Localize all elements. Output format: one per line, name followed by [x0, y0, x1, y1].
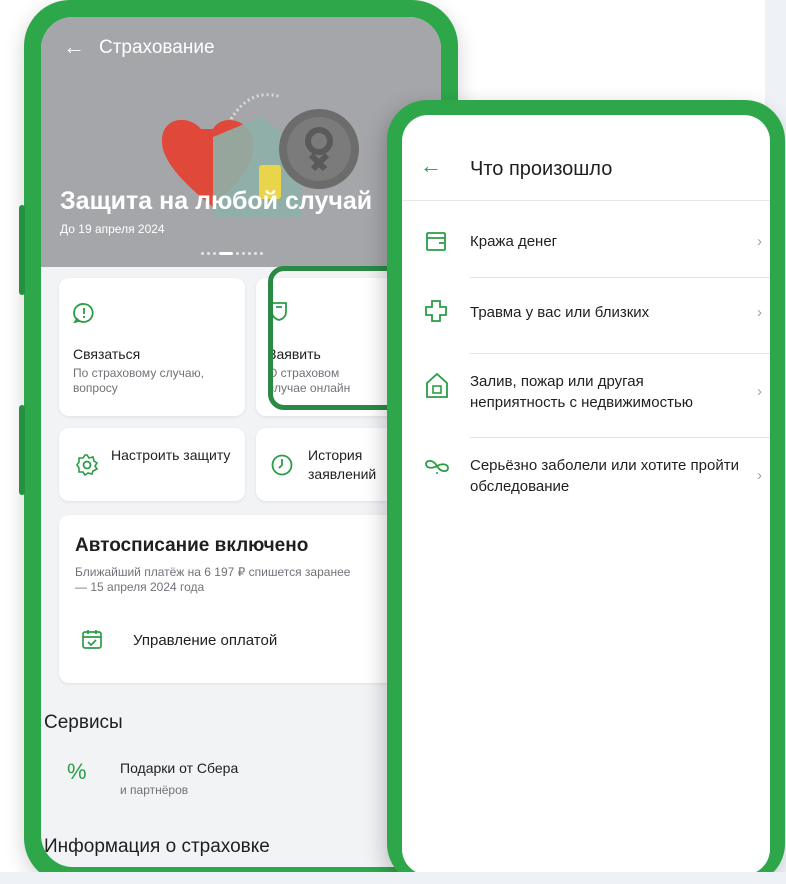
- item-label: Залив, пожар или другая неприятность с н…: [470, 373, 694, 411]
- bottom-bar: [0, 872, 786, 884]
- gear-icon: [76, 454, 99, 477]
- services-title: Сервисы: [44, 712, 123, 733]
- gifts-sub: и партнёров: [120, 783, 189, 797]
- divider: [470, 353, 770, 354]
- wallet-icon: [426, 232, 446, 251]
- chevron-right-icon: ›: [757, 304, 762, 321]
- divider: [402, 200, 770, 201]
- hero-banner: ← Страхование Защита на любой случай До …: [41, 17, 441, 267]
- chevron-right-icon: ›: [757, 383, 762, 400]
- item-label: Серьёзно заболели или хотите пройти обсл…: [470, 457, 739, 495]
- divider: [470, 277, 770, 278]
- phone-frame-right: ← Что произошло Кража денег › Травма у в…: [387, 100, 785, 884]
- autopay-card: Автосписание включено Ближайший платёж н…: [59, 515, 441, 683]
- clock-icon: [271, 454, 293, 476]
- volume-button: [19, 405, 25, 495]
- list-item-property[interactable]: Залив, пожар или другая неприятность с н…: [402, 355, 770, 438]
- list-item-theft[interactable]: Кража денег ›: [402, 215, 770, 278]
- insurance-screen: ← Страхование Защита на любой случай До …: [41, 17, 441, 867]
- page-title: Что произошло: [470, 158, 613, 180]
- contact-card[interactable]: Связаться По страховому случаю, вопросу: [59, 278, 245, 416]
- chevron-right-icon: ›: [757, 467, 762, 484]
- what-happened-screen: ← Что произошло Кража денег › Травма у в…: [402, 115, 770, 875]
- divider: [470, 437, 770, 438]
- page-title: Страхование: [99, 37, 215, 58]
- chevron-right-icon: ›: [757, 233, 762, 250]
- back-arrow-icon[interactable]: ←: [63, 35, 85, 59]
- manage-payment-link[interactable]: Управление оплатой: [133, 632, 277, 649]
- percent-icon: %: [67, 759, 87, 784]
- autopay-title: Автосписание включено: [75, 535, 309, 556]
- settings-card[interactable]: Настроить защиту: [59, 428, 245, 501]
- contact-label: Связаться: [73, 346, 141, 362]
- list-item-injury[interactable]: Травма у вас или близких ›: [402, 279, 770, 354]
- infinity-heart-icon: [425, 459, 449, 474]
- list-item-illness[interactable]: Серьёзно заболели или хотите пройти обсл…: [402, 441, 770, 511]
- insurance-info-title: Информация о страховке: [44, 836, 270, 857]
- item-label: Кража денег: [470, 233, 558, 250]
- house-icon: [426, 372, 448, 398]
- chat-alert-icon: [73, 303, 94, 324]
- back-arrow-icon[interactable]: ←: [420, 153, 442, 179]
- autopay-sub: Ближайший платёж на 6 197 ₽ спишется зар…: [75, 565, 351, 594]
- gifts-label: Подарки от Сбера: [120, 760, 239, 776]
- item-label: Травма у вас или близких: [470, 304, 650, 321]
- volume-button: [19, 205, 25, 295]
- hero-headline: Защита на любой случай: [60, 187, 373, 215]
- settings-label: Настроить защиту: [111, 447, 231, 463]
- hero-date: До 19 апреля 2024: [60, 222, 165, 236]
- carousel-indicator: [201, 252, 263, 255]
- medical-cross-icon: [425, 300, 447, 322]
- calendar-icon: [82, 630, 102, 649]
- contact-sub: По страховому случаю, вопросу: [73, 366, 204, 395]
